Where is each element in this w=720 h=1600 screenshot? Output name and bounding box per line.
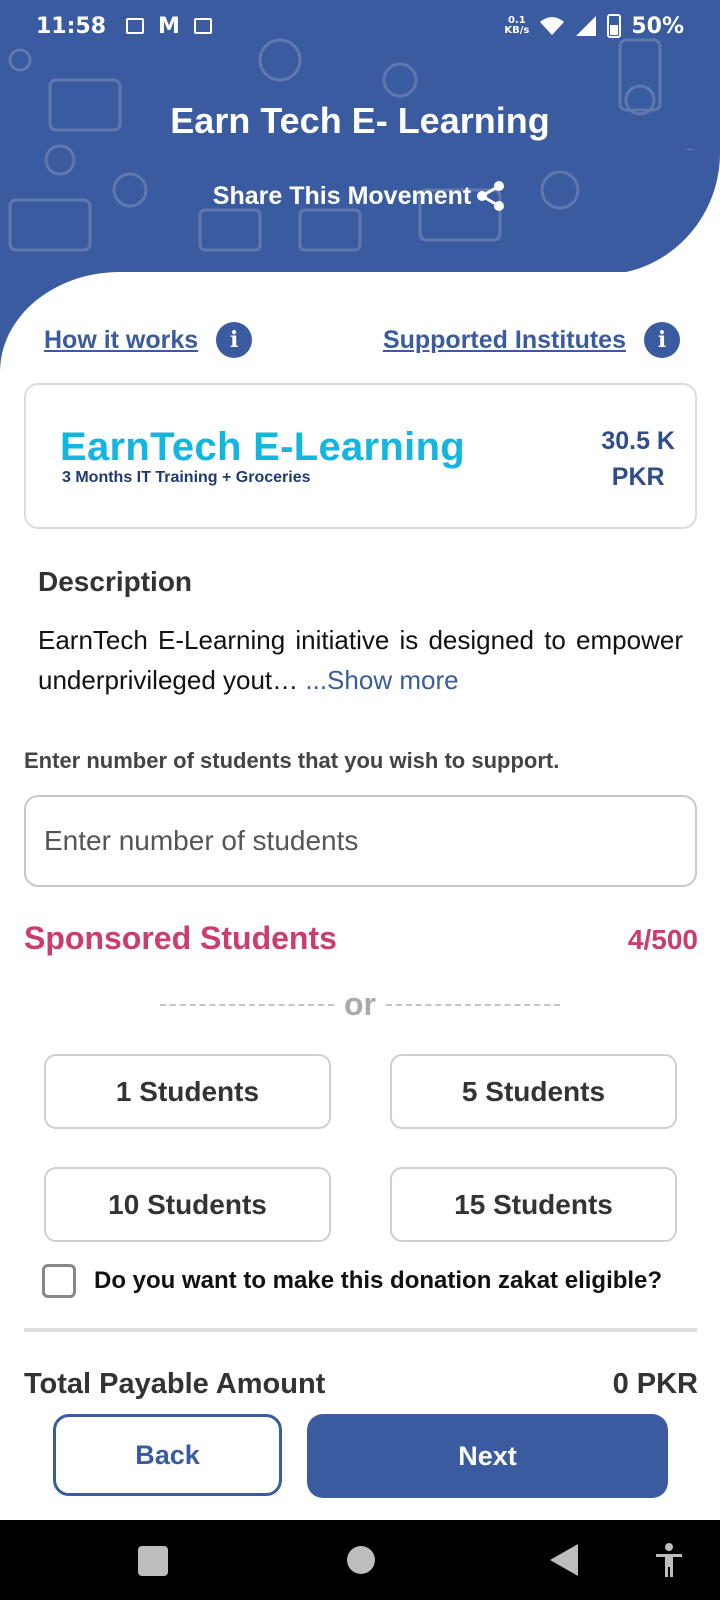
supported-institutes-link[interactable]: Supported Institutes i bbox=[383, 322, 680, 358]
option-15-students-button[interactable]: 15 Students bbox=[390, 1167, 677, 1242]
battery-percent: 50% bbox=[631, 13, 684, 39]
total-payable: Total Payable Amount 0 PKR bbox=[24, 1368, 698, 1401]
back-nav-icon[interactable] bbox=[550, 1544, 578, 1576]
divider bbox=[24, 1328, 697, 1332]
recent-apps-icon[interactable] bbox=[138, 1546, 168, 1576]
description-title: Description bbox=[38, 566, 193, 597]
info-icon[interactable]: i bbox=[644, 322, 680, 358]
home-icon[interactable] bbox=[347, 1546, 375, 1574]
students-input-label: Enter number of students that you wish t… bbox=[24, 748, 560, 773]
program-logo-title: EarnTech E-Learning bbox=[60, 425, 466, 469]
zakat-label: Do you want to make this donation zakat … bbox=[94, 1267, 663, 1294]
next-button[interactable]: Next bbox=[307, 1414, 668, 1498]
share-label: Share This Movement bbox=[212, 181, 472, 210]
option-1-students-button[interactable]: 1 Students bbox=[44, 1054, 331, 1129]
share-icon bbox=[477, 181, 505, 211]
status-time: 11:58 bbox=[36, 13, 107, 39]
net-speed: 0.1 KB/s bbox=[504, 15, 530, 36]
sponsored-students: Sponsored Students 4/500 bbox=[24, 920, 698, 957]
notification-icon bbox=[126, 18, 145, 34]
back-button[interactable]: Back bbox=[53, 1414, 282, 1496]
page-title: Earn Tech E- Learning bbox=[170, 100, 550, 141]
share-button[interactable]: Share This Movement bbox=[0, 180, 720, 212]
show-more-link[interactable]: ...Show more bbox=[305, 665, 458, 695]
description-text: EarnTech E-Learning initiative is design… bbox=[38, 620, 683, 700]
program-logo-subtitle: 3 Months IT Training + Groceries bbox=[62, 469, 311, 486]
signal-icon bbox=[576, 16, 597, 36]
zakat-option[interactable]: Do you want to make this donation zakat … bbox=[42, 1264, 662, 1298]
supported-institutes-label: Supported Institutes bbox=[382, 325, 626, 354]
zakat-checkbox[interactable] bbox=[42, 1264, 76, 1298]
info-links: How it works i Supported Institutes i bbox=[44, 322, 680, 358]
wifi-icon bbox=[540, 17, 565, 35]
sponsored-label: Sponsored Students bbox=[24, 920, 337, 956]
gmail-icon: M bbox=[158, 13, 180, 39]
how-it-works-link[interactable]: How it works i bbox=[44, 322, 253, 358]
price-currency: PKR bbox=[611, 463, 665, 491]
students-count-input[interactable] bbox=[24, 795, 697, 887]
info-icon[interactable]: i bbox=[216, 322, 253, 358]
divider-line bbox=[160, 1003, 334, 1006]
divider-line bbox=[386, 1003, 560, 1006]
option-5-students-button[interactable]: 5 Students bbox=[390, 1054, 677, 1129]
calendar-icon bbox=[193, 18, 212, 34]
price-amount: 30.5 K bbox=[601, 427, 675, 455]
system-navigation-bar bbox=[0, 1520, 720, 1600]
how-it-works-label: How it works bbox=[44, 325, 199, 354]
or-label: or bbox=[344, 986, 376, 1022]
or-separator: or bbox=[160, 986, 560, 1023]
program-price: 30.5 K PKR bbox=[601, 423, 675, 495]
total-label: Total Payable Amount bbox=[24, 1368, 326, 1400]
program-card[interactable]: EarnTech E-Learning 3 Months IT Training… bbox=[24, 383, 697, 529]
option-10-students-button[interactable]: 10 Students bbox=[44, 1167, 331, 1242]
accessibility-icon[interactable] bbox=[654, 1542, 684, 1578]
total-value: 0 PKR bbox=[612, 1368, 698, 1400]
battery-icon bbox=[607, 14, 622, 38]
status-bar: 11:58 M 0.1 KB/s 50% bbox=[0, 0, 720, 52]
sponsored-count: 4/500 bbox=[627, 924, 698, 955]
